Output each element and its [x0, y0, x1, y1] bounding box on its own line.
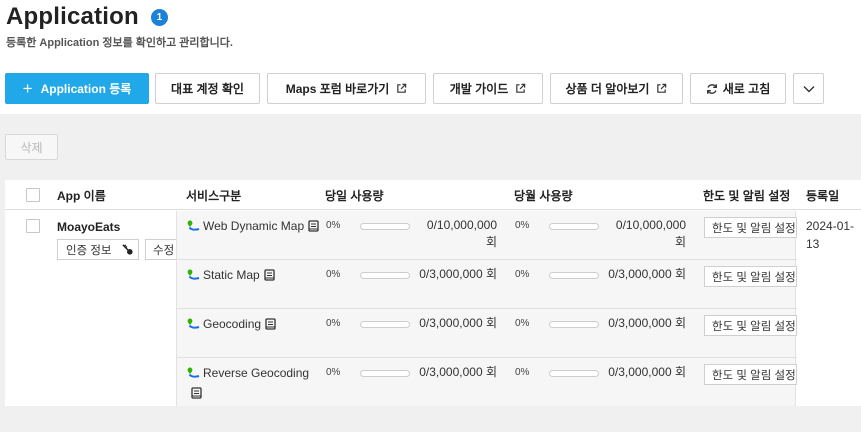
- app-cell: MoayoEats 인증 정보 수정: [5, 211, 176, 406]
- daily-usage-value: 0/3,000,000 회: [419, 316, 497, 330]
- select-all-checkbox[interactable]: [26, 188, 40, 202]
- limit-settings-button[interactable]: 한도 및 알림 설정: [704, 217, 797, 238]
- limit-settings-button[interactable]: 한도 및 알림 설정: [704, 266, 797, 287]
- monthly-usage-percent: 0%: [515, 269, 530, 280]
- map-pin-icon: [187, 317, 200, 335]
- service-name: Static Map: [203, 268, 260, 282]
- daily-usage-bar: [360, 223, 410, 230]
- refresh-button[interactable]: 새로 고침: [690, 73, 786, 104]
- maps-forum-button[interactable]: Maps 포럼 바로가기: [267, 73, 426, 104]
- delete-button[interactable]: 삭제: [5, 134, 58, 160]
- app-name: MoayoEats: [57, 220, 121, 234]
- chevron-down-icon: [803, 82, 815, 96]
- auth-info-label: 인증 정보: [66, 244, 112, 257]
- column-limit-settings: 한도 및 알림 설정: [703, 188, 791, 203]
- column-app-name: App 이름: [57, 188, 106, 203]
- monthly-usage-value: 0/3,000,000 회: [608, 267, 686, 281]
- row-checkbox[interactable]: [26, 219, 40, 233]
- external-link-icon: [515, 83, 526, 94]
- monthly-usage-bar: [549, 272, 599, 279]
- service-name: Web Dynamic Map: [203, 219, 305, 233]
- count-badge: 1: [150, 8, 168, 26]
- refresh-label: 새로 고침: [722, 82, 771, 96]
- title-row: Application 1: [6, 2, 856, 32]
- daily-usage-percent: 0%: [326, 367, 341, 378]
- external-link-icon: [656, 83, 667, 94]
- daily-usage-value: 0/10,000,000 회: [426, 218, 497, 249]
- daily-usage-value: 0/3,000,000 회: [419, 365, 497, 379]
- account-check-label: 대표 계정 확인: [171, 82, 244, 96]
- column-daily-usage: 당일 사용량: [325, 188, 384, 203]
- monthly-usage-percent: 0%: [515, 318, 530, 329]
- daily-usage-bar: [360, 321, 410, 328]
- register-application-label: Application 등록: [40, 82, 132, 96]
- table-row: Web Dynamic Map 0% 0/10,000,000 회 0% 0/1…: [177, 211, 797, 260]
- service-name: Geocoding: [203, 317, 262, 331]
- table-row: Reverse Geocoding 0% 0/3,000,000 회 0% 0/…: [177, 358, 797, 407]
- registration-date: 2024-01-13: [806, 219, 855, 251]
- refresh-icon: [706, 83, 718, 95]
- toolbar: + Application 등록 대표 계정 확인 Maps 포럼 바로가기 개…: [5, 73, 824, 104]
- column-date: 등록일: [806, 188, 840, 203]
- daily-usage-percent: 0%: [326, 220, 341, 231]
- service-name-cell: Reverse Geocoding: [187, 364, 322, 404]
- auth-info-button[interactable]: 인증 정보: [57, 239, 139, 260]
- daily-usage-bar: [360, 272, 410, 279]
- table-header: App 이름 서비스구분 당일 사용량 당월 사용량 한도 및 알림 설정 등록…: [5, 180, 861, 210]
- column-service: 서비스구분: [186, 188, 242, 203]
- service-name: Reverse Geocoding: [203, 366, 310, 380]
- page-description: 등록한 Application 정보를 확인하고 관리합니다.: [6, 37, 233, 49]
- book-icon[interactable]: [265, 317, 276, 335]
- monthly-usage-value: 0/3,000,000 회: [608, 316, 686, 330]
- dev-guide-button[interactable]: 개발 가이드: [433, 73, 543, 104]
- monthly-usage-value: 0/3,000,000 회: [608, 365, 686, 379]
- map-pin-icon: [187, 219, 200, 237]
- service-name-cell: Static Map: [187, 266, 322, 286]
- daily-usage-percent: 0%: [326, 318, 341, 329]
- book-icon[interactable]: [191, 386, 202, 404]
- page-header: Application 1 등록한 Application 정보를 확인하고 관…: [6, 2, 856, 62]
- table-row: Geocoding 0% 0/3,000,000 회 0% 0/3,000,00…: [177, 309, 797, 358]
- dev-guide-label: 개발 가이드: [449, 82, 509, 96]
- service-name-cell: Web Dynamic Map: [187, 217, 322, 237]
- page-title: Application: [6, 3, 139, 30]
- key-icon: [121, 243, 134, 256]
- map-pin-icon: [187, 268, 200, 286]
- daily-usage-bar: [360, 370, 410, 377]
- daily-usage-percent: 0%: [326, 269, 341, 280]
- register-application-button[interactable]: + Application 등록: [5, 73, 149, 104]
- account-check-button[interactable]: 대표 계정 확인: [155, 73, 260, 104]
- book-icon[interactable]: [264, 268, 275, 286]
- services-area: Web Dynamic Map 0% 0/10,000,000 회 0% 0/1…: [176, 211, 797, 407]
- monthly-usage-percent: 0%: [515, 367, 530, 378]
- edit-label: 수정: [153, 244, 175, 257]
- maps-forum-label: Maps 포럼 바로가기: [285, 82, 390, 96]
- limit-settings-button[interactable]: 한도 및 알림 설정: [704, 364, 797, 385]
- external-link-icon: [396, 83, 407, 94]
- product-more-label: 상품 더 알아보기: [565, 82, 650, 96]
- monthly-usage-percent: 0%: [515, 220, 530, 231]
- limit-settings-button[interactable]: 한도 및 알림 설정: [704, 315, 797, 336]
- more-dropdown-button[interactable]: [793, 73, 824, 104]
- monthly-usage-value: 0/10,000,000 회: [615, 218, 686, 249]
- edit-button[interactable]: 수정: [145, 239, 176, 260]
- monthly-usage-bar: [549, 223, 599, 230]
- book-icon[interactable]: [308, 219, 319, 237]
- plus-icon: +: [22, 79, 33, 98]
- column-monthly-usage: 당월 사용량: [514, 188, 573, 203]
- product-more-button[interactable]: 상품 더 알아보기: [550, 73, 683, 104]
- daily-usage-value: 0/3,000,000 회: [419, 267, 497, 281]
- monthly-usage-bar: [549, 321, 599, 328]
- monthly-usage-bar: [549, 370, 599, 377]
- application-table: App 이름 서비스구분 당일 사용량 당월 사용량 한도 및 알림 설정 등록…: [5, 180, 861, 406]
- map-pin-icon: [187, 366, 200, 384]
- table-row: Static Map 0% 0/3,000,000 회 0% 0/3,000,0…: [177, 260, 797, 309]
- service-name-cell: Geocoding: [187, 315, 322, 335]
